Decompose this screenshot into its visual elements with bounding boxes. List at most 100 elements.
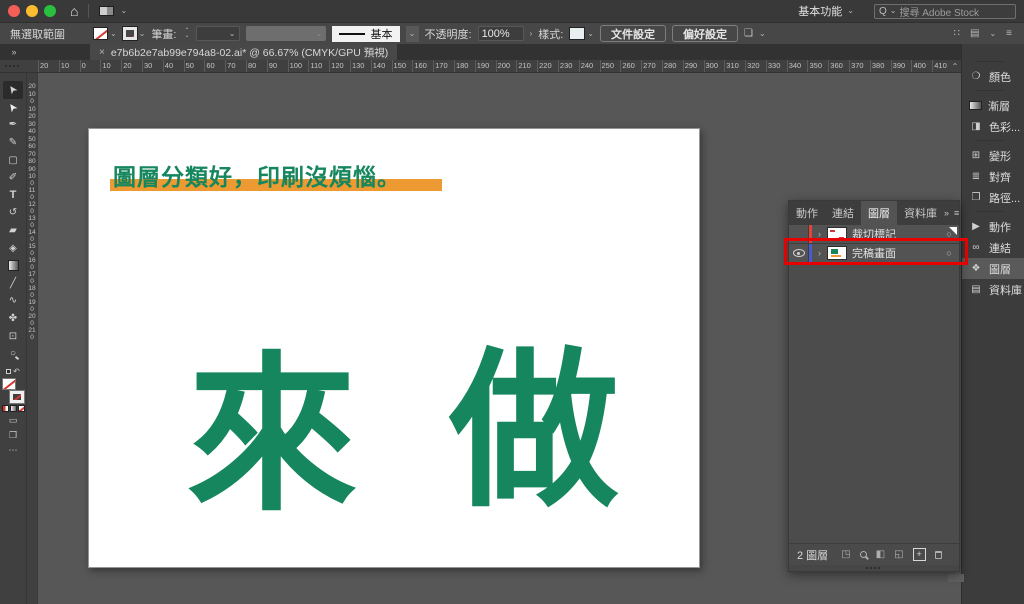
delete-layer-button[interactable] (935, 551, 942, 559)
new-layer-button[interactable]: + (913, 548, 926, 561)
brush-dropdown-button[interactable]: ⌄ (406, 26, 419, 42)
default-swatches-icon[interactable]: ↶ (6, 367, 20, 376)
headline-text[interactable]: 圖層分類好，印刷沒煩惱。 (113, 158, 401, 192)
shape-builder-tool[interactable]: ◈ (0, 239, 26, 257)
zoom-tool[interactable]: ○ (0, 345, 26, 363)
dock-item-transform[interactable]: ⊞ 變形 (962, 145, 1024, 166)
touch-workspace-icon[interactable]: ∷ (954, 28, 960, 39)
arrange-documents-icon[interactable]: ▤ (970, 28, 979, 39)
dock-item-actions[interactable]: ▶ 動作 (962, 216, 1024, 237)
stroke-color-control[interactable]: ⌄ (123, 27, 146, 40)
chevron-down-icon[interactable]: ⌄ (759, 30, 766, 38)
type-tool[interactable]: T (0, 187, 26, 205)
zoom-window-button[interactable] (44, 5, 56, 17)
none-button[interactable] (18, 405, 25, 412)
pen-tool[interactable]: ✒ (0, 116, 26, 134)
chevron-right-icon[interactable]: › (530, 30, 533, 38)
artboard-tool[interactable]: ⊡ (0, 327, 26, 345)
control-menu-icon[interactable]: ≡ (1006, 28, 1012, 39)
gradient-button[interactable] (10, 405, 17, 412)
style-control[interactable]: ⌄ (569, 27, 594, 40)
chevron-down-icon[interactable]: ⌄ (989, 30, 996, 38)
tab-actions[interactable]: 動作 (789, 201, 825, 225)
dock-drag-handle[interactable] (962, 87, 1024, 95)
stroke-weight-stepper[interactable]: ⌃⌄ (184, 29, 189, 39)
panel-resize-handle[interactable] (789, 565, 959, 571)
chevron-down-icon[interactable]: ⌄ (120, 7, 127, 15)
big-character-1[interactable]: 來 (187, 351, 357, 521)
selection-tool[interactable]: ➤ (3, 81, 23, 99)
eraser-tool[interactable]: ▰ (0, 222, 26, 240)
fill-swatch-icon[interactable] (93, 27, 108, 40)
chevron-down-icon[interactable]: ⌄ (139, 30, 146, 38)
chevron-down-icon[interactable]: ⌄ (110, 30, 117, 38)
stroke-swatch-icon[interactable] (123, 27, 137, 40)
dock-item-color-guide[interactable]: ◨ 色彩... (962, 116, 1024, 137)
big-character-2[interactable]: 做 (449, 347, 619, 517)
fill-indicator-icon[interactable] (2, 378, 16, 390)
dock-drag-handle[interactable] (962, 137, 1024, 145)
paintbrush-tool[interactable]: ✐ (0, 169, 26, 187)
dock-item-color[interactable]: ❍ 顏色 (962, 66, 1024, 87)
fill-stroke-swatches[interactable] (2, 378, 24, 403)
rotate-tool[interactable]: ↺ (0, 204, 26, 222)
stroke-weight-field[interactable]: ⌄ (196, 26, 240, 41)
color-button[interactable] (2, 405, 9, 412)
style-label: 樣式: (538, 26, 563, 42)
minimize-window-button[interactable] (26, 5, 38, 17)
make-mask-icon[interactable]: ◧ (876, 550, 885, 560)
preferences-button[interactable]: 偏好設定 (672, 25, 738, 42)
workspace-menu[interactable]: 基本功能 ⌄ (798, 3, 854, 19)
blend-tool[interactable]: ∿ (0, 292, 26, 310)
screen-mode-icon[interactable]: ❒ (9, 429, 17, 442)
vertical-ruler[interactable]: 2010010203040506070809010011012013014015… (27, 73, 38, 604)
close-icon[interactable]: × (99, 47, 105, 58)
eyedropper-tool[interactable]: ╱ (0, 275, 26, 293)
brush-definition-dropdown[interactable]: 基本 (332, 26, 400, 42)
layers-panel-footer: 2 圖層 ◳ ◧ ◱ + (789, 543, 959, 565)
horizontal-ruler[interactable]: 2010010203040506070809010011012013014015… (0, 60, 961, 73)
canvas-area[interactable]: ➤➤✒✎▢✐T↺▰◈▨╱∿✤⊡○ ↶ ▭ ❒ (0, 73, 961, 604)
chevron-down-icon[interactable]: ⌄ (587, 30, 594, 38)
direct-selection-tool[interactable]: ➤ (0, 99, 26, 117)
edit-toolbar-icon[interactable]: ⋯ (9, 444, 18, 457)
collect-for-export-icon[interactable]: ◳ (841, 550, 850, 560)
dock-item-pathfinder[interactable]: ❐ 路徑... (962, 187, 1024, 208)
home-icon[interactable]: ⌂ (70, 4, 78, 18)
fill-color-control[interactable]: ⌄ (93, 27, 117, 40)
opacity-field[interactable]: 100% (478, 26, 524, 41)
dock-item-libraries[interactable]: ▤ 資料庫 (962, 279, 1024, 300)
panel-menu-icon[interactable]: ≡ (954, 208, 959, 218)
collapse-panel-icon[interactable]: » (944, 208, 949, 218)
curvature-tool[interactable]: ✎ (0, 134, 26, 152)
dock-item-gradient[interactable]: 漸層 (962, 95, 1024, 116)
style-swatch-icon[interactable] (569, 27, 585, 40)
workspace-switcher-icon[interactable] (99, 6, 114, 16)
panel-resize-grip[interactable] (948, 574, 964, 582)
artboard[interactable]: 圖層分類好，印刷沒煩惱。 來 做 (88, 128, 700, 568)
tab-links[interactable]: 連結 (825, 201, 861, 225)
chevron-down-icon[interactable]: ⌄ (229, 30, 236, 38)
chevron-up-icon[interactable]: ⌃ (949, 60, 961, 72)
document-tab[interactable]: × e7b6b2e7ab99e794a8-02.ai* @ 66.67% (CM… (90, 44, 397, 60)
locate-object-icon[interactable] (860, 551, 867, 558)
dock-item-align[interactable]: ≣ 對齊 (962, 166, 1024, 187)
document-setup-button[interactable]: 文件設定 (600, 25, 666, 42)
symbol-sprayer-tool[interactable]: ✤ (0, 310, 26, 328)
toolbar-collapse-icon[interactable]: » (0, 44, 28, 60)
dock-item-links[interactable]: ∞ 連結 (962, 237, 1024, 258)
dock-item-layers[interactable]: ❖ 圖層 (962, 258, 1024, 279)
close-window-button[interactable] (8, 5, 20, 17)
adobe-stock-search[interactable]: Q ⌄ 搜尋 Adobe Stock (874, 4, 1016, 19)
dock-drag-handle[interactable] (962, 208, 1024, 216)
new-sublayer-icon[interactable]: ◱ (894, 550, 903, 560)
drawing-modes-icon[interactable]: ▭ (9, 414, 18, 427)
tab-layers[interactable]: 圖層 (861, 201, 897, 225)
gradient-tool[interactable]: ▨ (0, 257, 26, 275)
tab-libraries[interactable]: 資料庫 (897, 201, 944, 225)
rectangle-tool[interactable]: ▢ (0, 151, 26, 169)
dock-drag-handle[interactable] (962, 58, 1024, 66)
stroke-indicator-icon[interactable] (10, 391, 24, 403)
ruler-label: 390 (891, 60, 912, 72)
select-similar-icon[interactable]: ❏ (744, 28, 753, 39)
